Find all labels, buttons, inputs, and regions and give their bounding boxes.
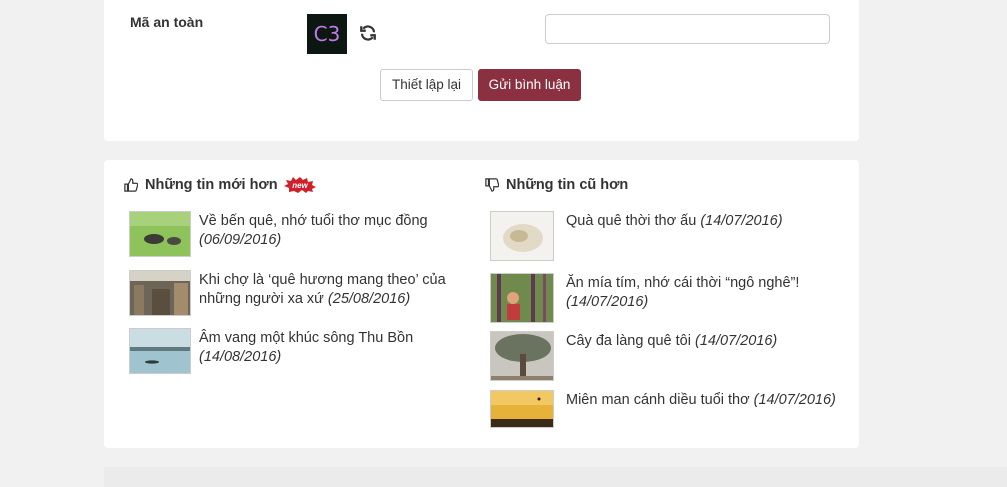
- captcha-image: C3: [307, 14, 347, 54]
- news-link[interactable]: Âm vang một khúc sông Thu Bồn (14/08/201…: [199, 329, 484, 367]
- news-title[interactable]: Cây đa làng quê tôi: [566, 333, 691, 349]
- news-link[interactable]: Quà quê thời thơ ấu (14/07/2016): [566, 212, 851, 231]
- thumbnail-sugarcane[interactable]: [490, 273, 554, 323]
- submit-comment-button[interactable]: Gửi bình luận: [478, 69, 581, 101]
- news-date: (14/08/2016): [199, 349, 282, 365]
- news-title[interactable]: Ăn mía tím, nhớ cái thời “ngô nghê”!: [566, 275, 799, 291]
- newer-heading-text: Những tin mới hơn: [145, 177, 278, 193]
- news-date: (14/07/2016): [700, 213, 783, 229]
- thumbnail-market[interactable]: [129, 270, 191, 316]
- news-date: (14/07/2016): [753, 392, 836, 408]
- thumbnail-buffalo[interactable]: [129, 211, 191, 257]
- new-badge-text: new: [292, 181, 308, 190]
- related-news-card: Những tin mới hơn new Về bến quê, nhớ tu…: [104, 160, 859, 448]
- news-title[interactable]: Miên man cánh diều tuổi thơ: [566, 392, 750, 408]
- thumbs-up-icon: [124, 178, 138, 192]
- newer-news-heading: Những tin mới hơn new: [124, 177, 323, 193]
- news-title[interactable]: Âm vang một khúc sông Thu Bồn: [199, 330, 413, 346]
- news-date: (14/07/2016): [694, 333, 778, 349]
- news-link[interactable]: Khi chợ là ‘quê hương mang theo’ của nhữ…: [199, 271, 484, 309]
- news-date: (14/07/2016): [566, 294, 649, 310]
- thumbnail-river[interactable]: [129, 328, 191, 374]
- news-link[interactable]: Miên man cánh diều tuổi thơ (14/07/2016): [566, 391, 851, 410]
- comment-form-card: Mã an toàn C3 Thiết lập lại Gửi bình luậ…: [104, 0, 859, 141]
- reset-button[interactable]: Thiết lập lại: [380, 69, 473, 101]
- news-date: (25/08/2016): [327, 291, 411, 307]
- news-link[interactable]: Cây đa làng quê tôi (14/07/2016): [566, 332, 851, 351]
- page-footer-strip: [104, 467, 1007, 487]
- thumbnail-toy[interactable]: [490, 211, 554, 261]
- news-title[interactable]: Quà quê thời thơ ấu: [566, 213, 696, 229]
- news-link[interactable]: Về bến quê, nhớ tuổi thơ mục đồng (06/09…: [199, 212, 484, 250]
- thumbs-down-icon: [485, 178, 499, 192]
- captcha-input[interactable]: [545, 14, 830, 44]
- refresh-icon[interactable]: [359, 24, 377, 42]
- older-heading-text: Những tin cũ hơn: [506, 177, 629, 193]
- captcha-label: Mã an toàn: [130, 14, 204, 30]
- older-news-heading: Những tin cũ hơn: [485, 177, 628, 193]
- thumbnail-kite-sunset[interactable]: [490, 390, 554, 428]
- news-link[interactable]: Ăn mía tím, nhớ cái thời “ngô nghê”! (14…: [566, 274, 851, 312]
- thumbnail-banyan-tree[interactable]: [490, 331, 554, 381]
- new-badge-icon: new: [283, 177, 316, 193]
- news-date: (06/09/2016): [199, 232, 282, 248]
- news-title[interactable]: Về bến quê, nhớ tuổi thơ mục đồng: [199, 213, 428, 229]
